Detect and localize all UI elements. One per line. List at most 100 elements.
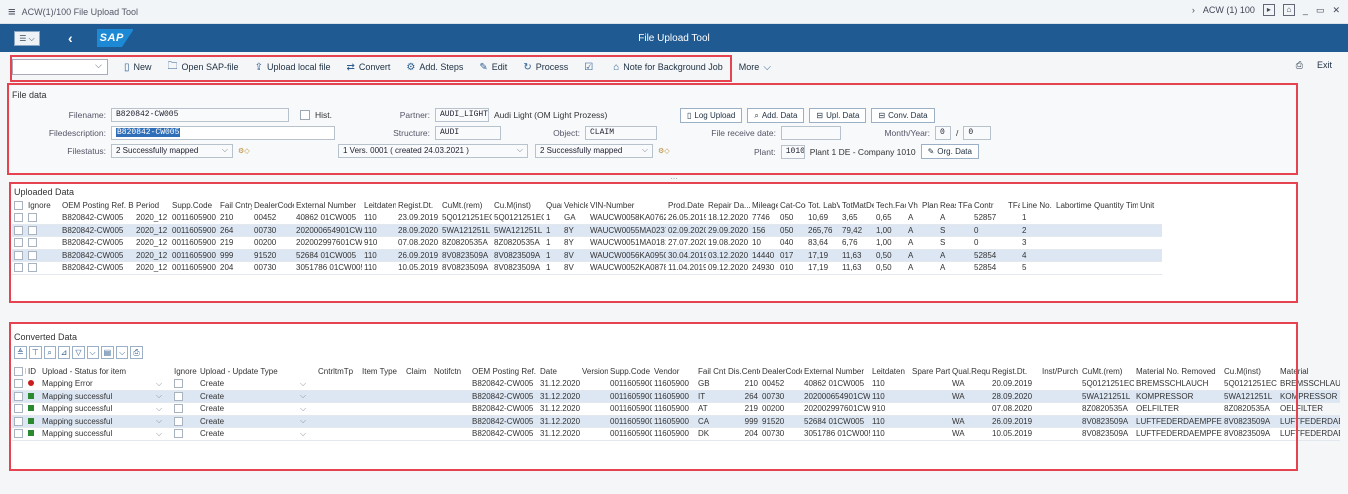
column-header[interactable]: VehicleTyp [562, 199, 588, 212]
dropdown-chevron-icon[interactable]: ⌵ [298, 390, 316, 403]
column-header[interactable]: Item Type [360, 365, 404, 378]
row-select-checkbox[interactable] [14, 416, 23, 426]
check-button[interactable]: ☑ [584, 62, 597, 73]
column-header[interactable]: Quantity Time [1092, 199, 1138, 212]
table-row[interactable]: Mapping Error ⌵ Create ⌵ B820842-CW005 31.12.… [12, 377, 1340, 391]
row-selector[interactable] [12, 211, 26, 225]
dropdown-chevron-icon[interactable]: ⌵ [298, 415, 316, 428]
table-row[interactable]: B820842-CW005 2020_12 0011605900 210 00452 40… [12, 211, 1162, 225]
column-header[interactable]: Reas [938, 199, 956, 212]
column-header[interactable]: Tech.Fact. [874, 199, 906, 212]
column-header[interactable]: Tot. LabVa [806, 199, 840, 212]
table-cell[interactable]: Create [198, 427, 298, 441]
column-header[interactable]: OEM Posting Ref. [470, 365, 538, 378]
column-header[interactable]: Labortime [1054, 199, 1092, 212]
status2-info-icon[interactable]: ⚙◇ [658, 147, 670, 155]
column-header[interactable]: Repair Da... [706, 199, 750, 212]
column-header[interactable]: CuMt.(rem) [440, 199, 492, 212]
dropdown-chevron-icon[interactable]: ⌵ [154, 415, 172, 428]
ignore-checkbox[interactable] [28, 213, 37, 223]
column-header[interactable]: Upload - Update Type [198, 365, 298, 378]
row-select-checkbox[interactable] [14, 391, 23, 401]
column-header[interactable]: Cu.M(inst) [492, 199, 544, 212]
dropdown-chevron-icon[interactable]: ⌵ [154, 402, 172, 416]
row-selector[interactable] [12, 224, 26, 237]
screen-icon[interactable]: ▸ [1262, 4, 1275, 16]
table-row[interactable]: B820842-CW005 2020_12 0011605900 219 00200 20… [12, 236, 1162, 250]
column-header[interactable]: Cat-Code [778, 199, 806, 212]
filestatus-select[interactable]: 2 Successfully mapped [111, 144, 233, 158]
ignore-checkbox[interactable] [174, 416, 183, 426]
column-header[interactable]: TFac [1006, 199, 1020, 212]
column-header[interactable]: Version [580, 365, 608, 378]
upl-data-button[interactable]: ⊟ Upl. Data [809, 108, 867, 123]
file-receive-field[interactable] [781, 126, 841, 140]
column-header[interactable]: Period [134, 199, 170, 212]
open-sap-file-button[interactable]: 🗀 Open SAP-file [168, 59, 239, 76]
column-header[interactable]: External Number [802, 365, 870, 378]
row-select-checkbox[interactable] [14, 263, 23, 273]
row-select-checkbox[interactable] [14, 213, 23, 223]
table-row[interactable]: B820842-CW005 2020_12 0011605900 264 00730 20… [12, 224, 1162, 237]
edit-button[interactable]: ✎ Edit [479, 62, 507, 73]
column-header[interactable]: Date [538, 365, 580, 378]
column-header[interactable]: Spare Part [910, 365, 950, 378]
table-row[interactable]: Mapping successful ⌵ Create ⌵ B820842-CW005 3… [12, 402, 1340, 416]
column-header[interactable]: DealerCode [760, 365, 802, 378]
ignore-checkbox[interactable] [28, 263, 37, 273]
chevron-down-icon[interactable]: ⌵ [86, 346, 99, 359]
note-for-background-job-button[interactable]: ⌂ Note for Background Job [613, 62, 723, 73]
version-select[interactable]: 1 Vers. 0001 ( created 24.03.2021 ) [338, 144, 528, 158]
column-header[interactable]: Cu.M(inst) [1222, 365, 1278, 378]
column-header[interactable]: Qual.Requ. [950, 365, 990, 378]
row-selector[interactable] [12, 236, 26, 250]
column-header[interactable]: Fail Cntry [696, 365, 726, 378]
process-button[interactable]: ↻ Process [523, 62, 568, 73]
org-data-button[interactable]: ✎ Org. Data [920, 144, 979, 159]
table-row[interactable]: Mapping successful ⌵ Create ⌵ B820842-CW005 3… [12, 390, 1340, 403]
column-header[interactable]: Mileage [750, 199, 778, 212]
structure-field[interactable]: AUDI [435, 126, 501, 140]
header-select[interactable]: ID [12, 199, 26, 212]
maximize-icon[interactable]: ▭ [1316, 5, 1325, 16]
log-upload-button[interactable]: ▯ Log Upload [680, 108, 743, 123]
column-header[interactable]: Material No. Removed [1134, 365, 1222, 378]
sort-descending-icon[interactable]: ⊤ [28, 346, 42, 359]
menu-dropdown[interactable]: ☰ ⌵ [14, 30, 40, 46]
search-icon[interactable]: ⌕ [43, 346, 56, 359]
user-icon[interactable]: ⌂ [1282, 4, 1295, 16]
table-cell[interactable]: Create [198, 390, 298, 403]
ignore-checkbox[interactable] [174, 379, 183, 389]
close-icon[interactable]: ✕ [1332, 5, 1340, 16]
column-header[interactable]: Plant [920, 199, 938, 212]
minimize-icon[interactable]: _ [1303, 5, 1308, 15]
ignore-checkbox[interactable] [174, 429, 183, 439]
column-header[interactable]: VIN-Number [588, 199, 666, 212]
column-header[interactable]: OEM Posting Ref. B. [60, 199, 134, 212]
hist-checkbox[interactable] [300, 110, 310, 120]
table-cell[interactable]: Create [198, 402, 298, 416]
column-header[interactable]: I.. [12, 365, 26, 378]
dropdown-chevron-icon[interactable]: ⌵ [154, 377, 172, 391]
table-cell[interactable]: Mapping successful [40, 415, 154, 428]
table-cell[interactable]: Mapping successful [40, 427, 154, 441]
dropdown-chevron-icon[interactable]: ⌵ [154, 390, 172, 403]
table-cell[interactable]: Mapping successful [40, 390, 154, 403]
nav-forward-icon[interactable]: › [1192, 5, 1195, 15]
column-header[interactable]: Upload - Status for item [40, 365, 154, 378]
table-row[interactable]: Mapping successful ⌵ Create ⌵ B820842-CW005 3… [12, 427, 1340, 441]
column-header[interactable]: Fail Cntry [218, 199, 252, 212]
conv-data-button[interactable]: ⊟ Conv. Data [871, 108, 935, 123]
table-row[interactable]: Mapping successful ⌵ Create ⌵ B820842-CW005 3… [12, 415, 1340, 428]
export-icon[interactable]: ⎙ [130, 346, 143, 359]
ignore-checkbox[interactable] [28, 225, 37, 235]
add-steps-button[interactable]: ⚙ Add. Steps [406, 62, 463, 73]
filename-field[interactable]: B820842-CW005 [111, 108, 289, 122]
column-header[interactable] [154, 365, 172, 378]
column-header[interactable]: DealerCode [252, 199, 294, 212]
row-select-checkbox[interactable] [14, 404, 23, 414]
partner-field[interactable]: AUDI_LIGHT [435, 108, 489, 122]
new-button[interactable]: ▯ New [124, 62, 152, 73]
select-all-checkbox[interactable] [14, 200, 23, 210]
table-cell[interactable]: Create [198, 377, 298, 391]
